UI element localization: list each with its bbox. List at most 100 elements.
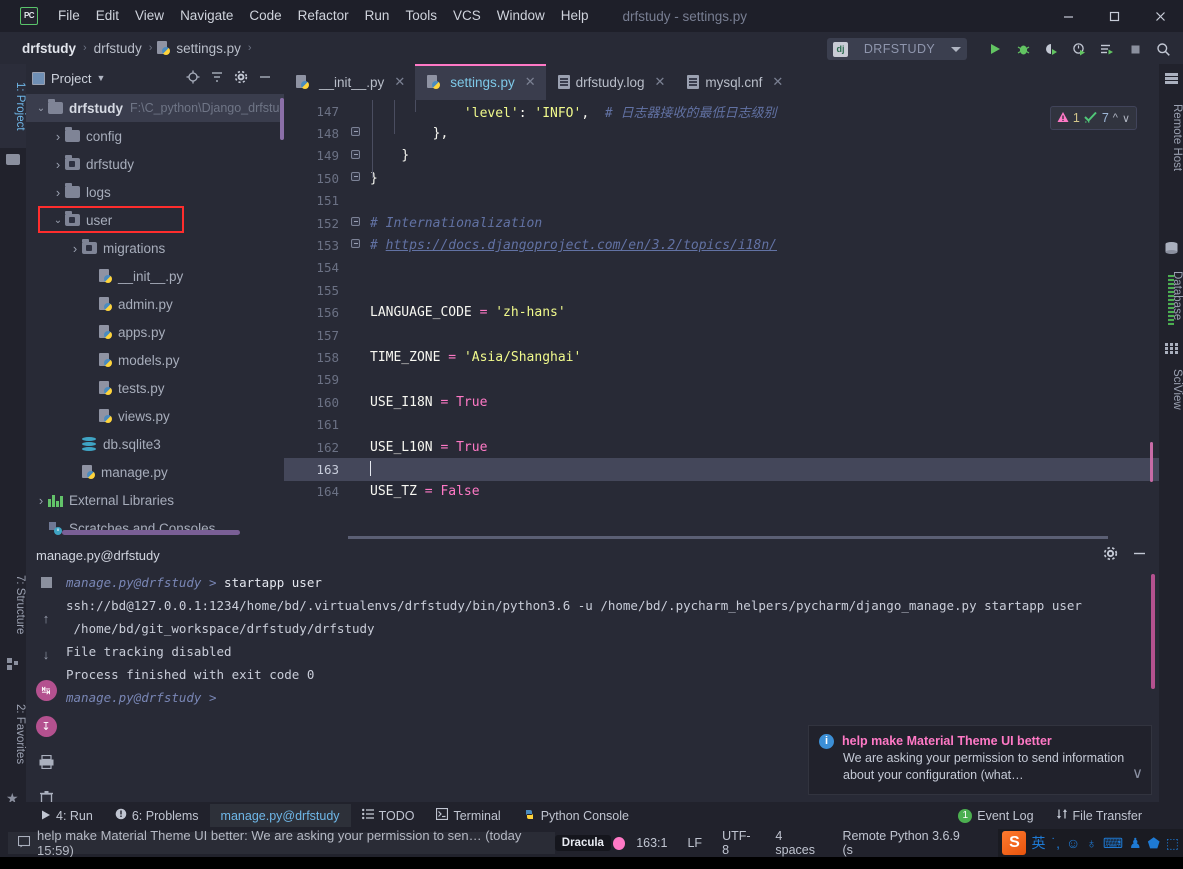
menu-item-help[interactable]: Help (553, 0, 597, 32)
code-line[interactable]: 149 } (284, 145, 1159, 167)
down-icon[interactable]: ↓ (35, 643, 57, 665)
code-line[interactable]: 163 (284, 458, 1159, 481)
interpreter-indicator[interactable]: Remote Python 3.6.9 (s (833, 829, 975, 857)
sidebar-item-structure[interactable]: 7: Structure (0, 559, 26, 651)
next-problem-icon[interactable]: ∨ (1122, 112, 1130, 125)
caret-position[interactable]: 163:1 (627, 836, 676, 850)
voice-input-icon[interactable]: ♁ (1086, 835, 1097, 851)
tree-item-apps-py[interactable]: apps.py (26, 318, 284, 346)
bottom-tab-terminal[interactable]: Terminal (425, 804, 511, 827)
hide-panel-icon[interactable] (258, 70, 272, 87)
soft-keyboard-icon[interactable]: ⌨ (1103, 835, 1123, 852)
code-line[interactable]: 156 LANGUAGE_CODE = 'zh-hans' (284, 302, 1159, 324)
code-line[interactable]: 155 (284, 279, 1159, 301)
debug-icon[interactable] (1011, 38, 1035, 60)
code-line[interactable]: 159 (284, 369, 1159, 391)
code-fold-icon[interactable] (348, 212, 362, 234)
language-mode-icon[interactable]: 英 (1031, 833, 1045, 853)
code-line[interactable]: 151 (284, 190, 1159, 212)
bottom-tab-problems[interactable]: 6: Problems (104, 804, 210, 827)
menu-item-tools[interactable]: Tools (397, 0, 445, 32)
line-separator[interactable]: LF (678, 836, 711, 850)
bottom-tab-todo[interactable]: TODO (351, 804, 426, 827)
menu-item-window[interactable]: Window (489, 0, 553, 32)
close-button[interactable] (1137, 0, 1183, 32)
chevron-down-icon[interactable]: ∨ (1132, 764, 1143, 782)
code-line[interactable]: 160 USE_I18N = True (284, 391, 1159, 413)
breadcrumb-item-2[interactable]: settings.py (174, 41, 243, 56)
tree-item-external-libraries[interactable]: › External Libraries (26, 486, 284, 514)
menu-item-run[interactable]: Run (357, 0, 398, 32)
search-everywhere-icon[interactable] (1151, 38, 1175, 60)
encoding-indicator[interactable]: UTF-8 (713, 829, 764, 857)
editor-tab-drfstudy-log[interactable]: drfstudy.log ✕ (546, 64, 676, 100)
emoji-icon[interactable]: ☺ (1066, 835, 1080, 851)
code-line[interactable]: 164 USE_TZ = False (284, 481, 1159, 503)
tree-item-db-sqlite3[interactable]: db.sqlite3 (26, 430, 284, 458)
chevron-right-icon[interactable]: › (51, 129, 65, 144)
code-line[interactable]: 158 TIME_ZONE = 'Asia/Shanghai' (284, 346, 1159, 368)
tree-item---init---py[interactable]: __init__.py (26, 262, 284, 290)
chevron-down-icon[interactable]: ⌄ (51, 215, 65, 226)
stop-icon[interactable] (1123, 38, 1147, 60)
project-h-scrollbar[interactable] (62, 530, 240, 535)
scroll-to-end-icon[interactable]: ↧ (35, 715, 57, 737)
tree-item-tests-py[interactable]: tests.py (26, 374, 284, 402)
breadcrumb-item-0[interactable]: drfstudy (20, 41, 78, 56)
tool-remote-host[interactable]: Remote Host (1159, 86, 1183, 190)
skin-icon[interactable]: ⬟ (1148, 835, 1160, 852)
code-line[interactable]: 148 }, (284, 122, 1159, 144)
up-icon[interactable]: ↑ (35, 607, 57, 629)
tree-item-user[interactable]: ⌄ user (26, 206, 284, 234)
menu-item-view[interactable]: View (127, 0, 172, 32)
tree-item-scratches-and-consoles[interactable]: Scratches and Consoles (26, 514, 284, 542)
tree-item-drfstudy[interactable]: ⌄ drfstudy F:\C_python\Django_drfstudy (26, 94, 293, 122)
code-line[interactable]: 157 (284, 324, 1159, 346)
run-coverage-icon[interactable] (1039, 38, 1063, 60)
editor-tab---init---py[interactable]: __init__.py ✕ (284, 64, 415, 100)
sidebar-item-project[interactable]: 1: Project (0, 64, 26, 148)
close-icon[interactable]: ✕ (772, 74, 783, 90)
run-console-scrollbar[interactable] (1151, 574, 1155, 689)
tree-item-logs[interactable]: › logs (26, 178, 284, 206)
editor-h-scrollbar[interactable] (348, 536, 1108, 539)
editor-scrollbar[interactable] (1150, 442, 1153, 482)
chevron-down-icon[interactable]: ▼ (96, 73, 105, 83)
code-line[interactable]: 150} (284, 167, 1159, 189)
chevron-right-icon[interactable]: › (51, 185, 65, 200)
stop-icon[interactable] (35, 571, 57, 593)
user-icon[interactable]: ♟ (1129, 835, 1142, 852)
editor-tab-mysql-cnf[interactable]: mysql.cnf ✕ (675, 64, 793, 100)
punctuation-icon[interactable]: ˙, (1051, 835, 1060, 851)
menu-item-navigate[interactable]: Navigate (172, 0, 241, 32)
close-icon[interactable]: ✕ (654, 74, 665, 90)
soft-wrap-icon[interactable]: ↹ (35, 679, 57, 701)
code-line[interactable]: 153 # https://docs.djangoproject.com/en/3… (284, 234, 1159, 256)
print-icon[interactable] (35, 751, 57, 773)
tree-item-views-py[interactable]: views.py (26, 402, 284, 430)
close-icon[interactable]: ✕ (525, 74, 536, 90)
code-fold-icon[interactable] (348, 167, 362, 189)
bottom-tab-run[interactable]: 4: Run (30, 804, 104, 827)
code-fold-icon[interactable] (348, 145, 362, 167)
menu-item-code[interactable]: Code (241, 0, 289, 32)
project-tree[interactable]: ⌄ drfstudy F:\C_python\Django_drfstudy › con… (26, 92, 293, 542)
close-icon[interactable]: ✕ (394, 74, 405, 90)
run-with-console-icon[interactable] (1095, 38, 1119, 60)
tool-sciview[interactable]: SciView (1159, 356, 1183, 422)
tree-item-migrations[interactable]: › migrations (26, 234, 284, 262)
editor-tab-settings-py[interactable]: settings.py ✕ (415, 64, 547, 100)
prev-problem-icon[interactable]: ^ (1113, 112, 1118, 124)
run-icon[interactable] (983, 38, 1007, 60)
chevron-down-icon[interactable]: ⌄ (34, 103, 48, 114)
run-configuration-selector[interactable]: dj DRFSTUDY (827, 38, 967, 60)
bottom-tab-event-log[interactable]: 1 Event Log (947, 804, 1044, 827)
chevron-right-icon[interactable]: › (68, 241, 82, 256)
code-line[interactable]: 162 USE_L10N = True (284, 436, 1159, 458)
indent-indicator[interactable]: 4 spaces (766, 829, 831, 857)
tree-item-manage-py[interactable]: manage.py (26, 458, 284, 486)
code-line[interactable]: 154 (284, 257, 1159, 279)
chevron-right-icon[interactable]: › (34, 493, 48, 508)
menu-item-edit[interactable]: Edit (88, 0, 127, 32)
chevron-right-icon[interactable]: › (51, 157, 65, 172)
